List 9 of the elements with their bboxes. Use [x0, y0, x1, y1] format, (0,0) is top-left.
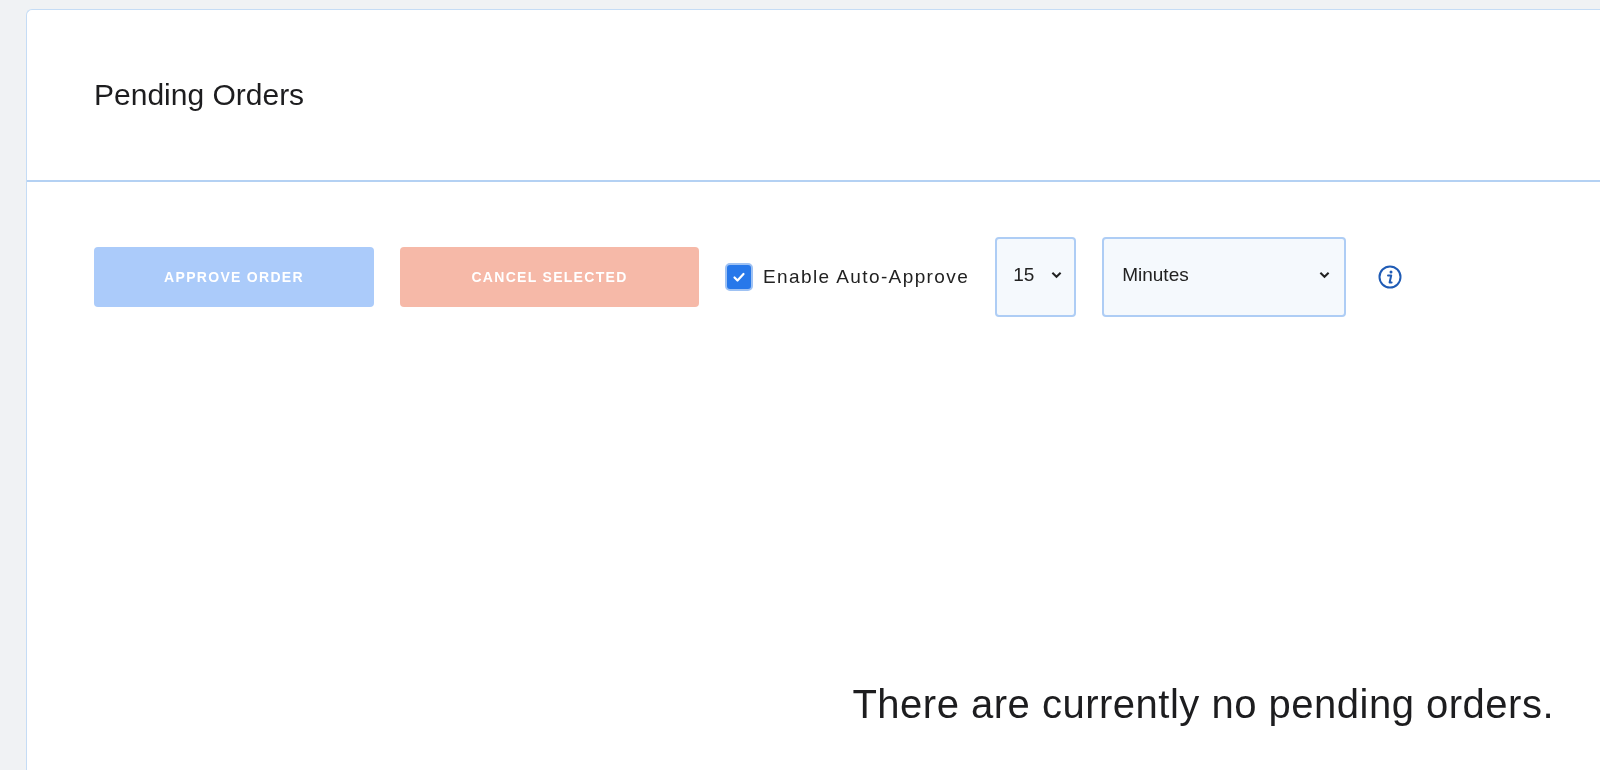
panel-title: Pending Orders	[94, 78, 305, 112]
interval-select[interactable]: 15	[995, 237, 1077, 317]
chevron-down-icon	[1051, 271, 1063, 279]
checkbox-label: Enable Auto-Approve	[763, 266, 970, 288]
info-icon[interactable]	[1378, 265, 1403, 289]
checkbox[interactable]	[725, 263, 753, 291]
empty-message: There are currently no pending orders.	[852, 682, 1554, 727]
chevron-down-icon	[1319, 271, 1331, 279]
unit-select[interactable]: Minutes	[1102, 237, 1347, 317]
